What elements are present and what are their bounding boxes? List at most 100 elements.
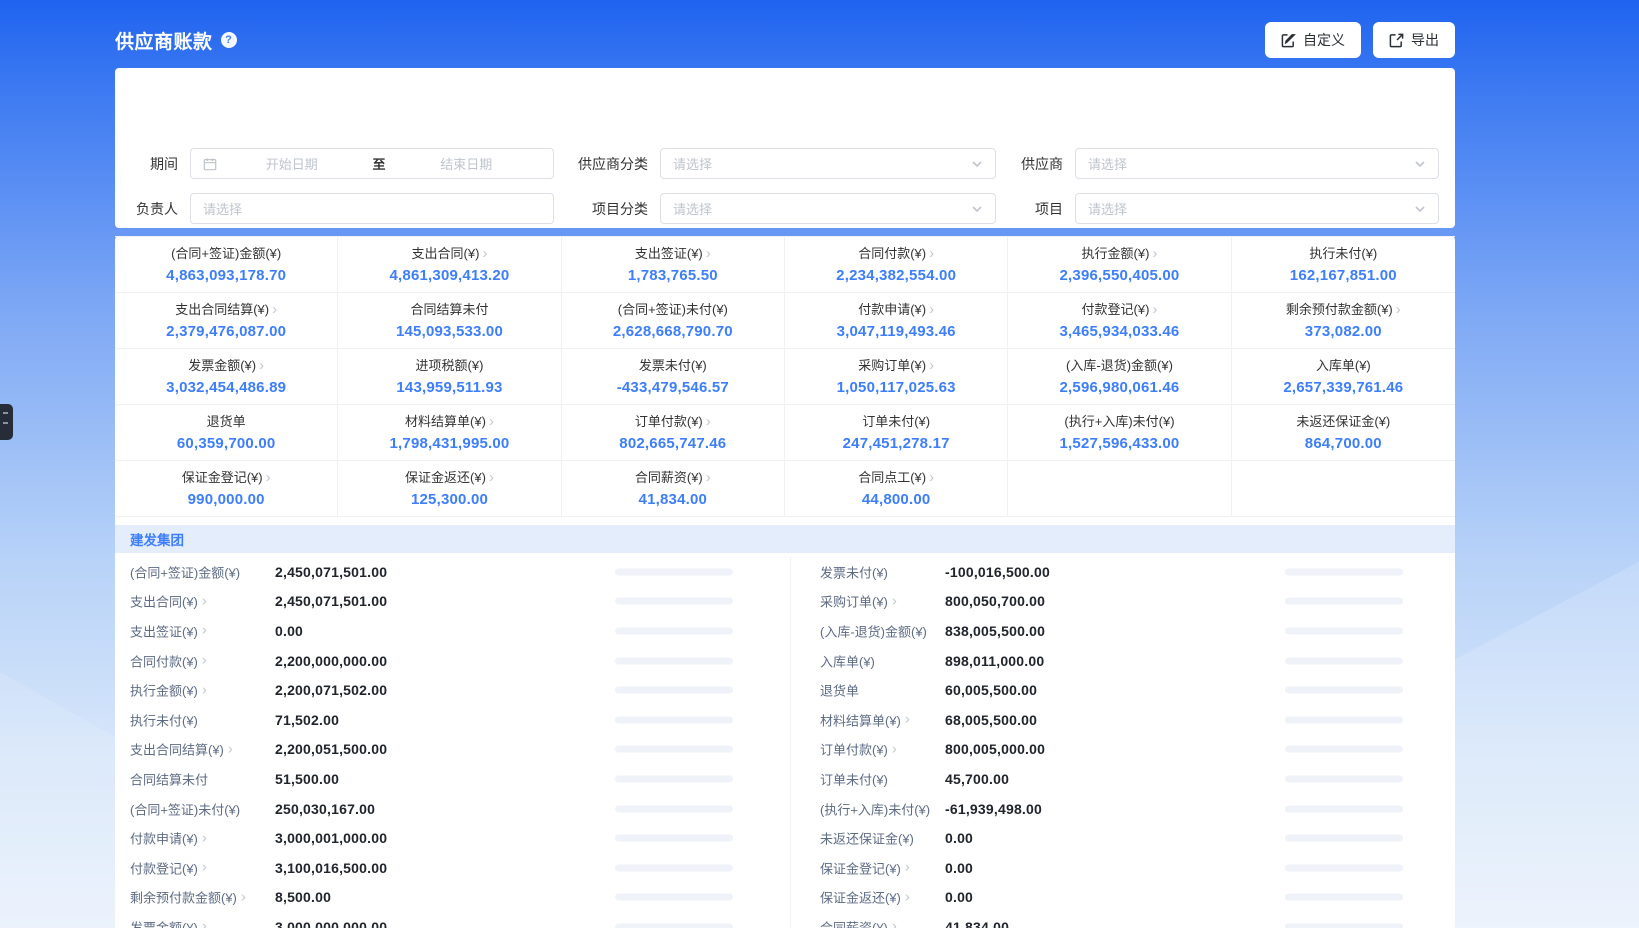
metric-value: 802,665,747.46 (562, 432, 784, 455)
metric-value: 2,596,980,061.46 (1008, 376, 1230, 399)
metric-value: 3,465,934,033.46 (1008, 320, 1230, 343)
project-category-select[interactable]: 请选择 (660, 193, 996, 224)
summary-cell[interactable]: 合同点工(¥)›44,800.00 (785, 461, 1008, 517)
summary-cell-empty (1008, 461, 1231, 517)
metric-value: 41,834.00 (945, 919, 1009, 928)
metric-label: (合同+签证)未付(¥) (130, 799, 240, 818)
summary-cell[interactable]: 合同薪资(¥)›41,834.00 (562, 461, 785, 517)
metric-link[interactable]: 合同薪资(¥)› (820, 917, 897, 928)
summary-cell[interactable]: 材料结算单(¥)›1,798,431,995.00 (338, 405, 561, 461)
chevron-right-icon: › (241, 890, 246, 904)
export-button[interactable]: 导出 (1373, 22, 1455, 58)
summary-cell[interactable]: 采购订单(¥)›1,050,117,025.63 (785, 349, 1008, 405)
metric-value: 3,032,454,486.89 (115, 376, 337, 399)
supplier-select[interactable]: 请选择 (1075, 148, 1439, 179)
chevron-down-icon (1414, 158, 1426, 170)
metric-link[interactable]: 材料结算单(¥)› (820, 710, 910, 729)
metric-label: 合同付款(¥) (858, 244, 926, 264)
summary-cell: 订单未付(¥)247,451,278.17 (785, 405, 1008, 461)
supplier-category-select[interactable]: 请选择 (660, 148, 996, 179)
metric-value: 2,450,071,501.00 (275, 593, 387, 609)
owner-select[interactable]: 请选择 (190, 193, 554, 224)
metric-value: 143,959,511.93 (338, 376, 560, 399)
progress-bar (615, 805, 733, 812)
summary-cell[interactable]: 发票金额(¥)›3,032,454,486.89 (115, 349, 338, 405)
metric-value: 41,834.00 (562, 488, 784, 511)
start-date-placeholder: 开始日期 (217, 154, 367, 173)
summary-cell: 未返还保证金(¥)864,700.00 (1232, 405, 1455, 461)
metric-label: 保证金返还(¥) (405, 468, 486, 488)
progress-bar (1285, 657, 1403, 664)
summary-cell[interactable]: 支出签证(¥)›1,783,765.50 (562, 237, 785, 293)
summary-cell[interactable]: 剩余预付款金额(¥)›373,082.00 (1232, 293, 1455, 349)
metric-row: 支出合同(¥)› 2,450,071,501.00 (115, 587, 785, 617)
metric-link[interactable]: 支出合同结算(¥)› (130, 740, 233, 759)
metric-link[interactable]: 执行金额(¥)› (130, 681, 207, 700)
metric-link[interactable]: 保证金登记(¥)› (820, 858, 910, 877)
chevron-down-icon (971, 203, 983, 215)
metric-value: 247,451,278.17 (785, 432, 1007, 455)
metric-link[interactable]: 合同付款(¥)› (130, 651, 207, 670)
company-name-link[interactable]: 建发集团 (115, 525, 1455, 553)
progress-bar (615, 657, 733, 664)
date-range-input[interactable]: 开始日期 至 结束日期 (190, 148, 554, 179)
metric-value: 2,396,550,405.00 (1008, 264, 1230, 287)
metric-label: (执行+入库)未付(¥) (820, 799, 930, 818)
summary-cell: (执行+入库)未付(¥)1,527,596,433.00 (1008, 405, 1231, 461)
chevron-right-icon: › (202, 654, 207, 668)
metric-label: 订单未付(¥) (820, 769, 888, 788)
metric-value: 71,502.00 (275, 712, 339, 728)
summary-cell[interactable]: 执行金额(¥)›2,396,550,405.00 (1008, 237, 1231, 293)
metric-value: -433,479,546.57 (562, 376, 784, 399)
filter-panel: 期间 开始日期 至 结束日期 供应商分类 请选择 供应商 请选择 (115, 68, 1455, 228)
project-select[interactable]: 请选择 (1075, 193, 1439, 224)
metric-link[interactable]: 剩余预付款金额(¥)› (130, 888, 246, 907)
summary-cell[interactable]: 支出合同(¥)›4,861,309,413.20 (338, 237, 561, 293)
metric-value: 60,005,500.00 (945, 682, 1037, 698)
metric-value: 51,500.00 (275, 771, 339, 787)
metric-link[interactable]: 保证金返还(¥)› (820, 888, 910, 907)
summary-cell: 执行未付(¥)162,167,851.00 (1232, 237, 1455, 293)
summary-cell: 发票未付(¥)-433,479,546.57 (562, 349, 785, 405)
metric-row: 发票未付(¥)-100,016,500.00 (785, 557, 1455, 587)
metric-link[interactable]: 付款申请(¥)› (130, 829, 207, 848)
summary-cell[interactable]: 合同付款(¥)›2,234,382,554.00 (785, 237, 1008, 293)
metric-row: 材料结算单(¥)›68,005,500.00 (785, 705, 1455, 735)
metric-link[interactable]: 发票金额(¥)› (130, 917, 207, 928)
metric-value: 3,000,000,000.00 (275, 919, 387, 928)
export-icon (1389, 33, 1404, 48)
metric-label: 付款登记(¥) (1082, 300, 1150, 320)
metrics-column-right: 发票未付(¥)-100,016,500.00采购订单(¥)›800,050,70… (785, 557, 1455, 928)
metric-label: 材料结算单(¥) (405, 412, 486, 432)
metric-link[interactable]: 支出签证(¥)› (130, 621, 207, 640)
summary-cell[interactable]: 保证金返还(¥)›125,300.00 (338, 461, 561, 517)
metric-label: (入库-退货)金额(¥) (1066, 356, 1173, 376)
side-drawer-handle[interactable] (0, 404, 13, 440)
chevron-right-icon: › (1152, 303, 1157, 317)
summary-cell[interactable]: 保证金登记(¥)›990,000.00 (115, 461, 338, 517)
metric-row: (合同+签证)金额(¥)2,450,071,501.00 (115, 557, 785, 587)
chevron-right-icon: › (929, 471, 934, 485)
metric-value: 2,234,382,554.00 (785, 264, 1007, 287)
summary-cell: 入库单(¥)2,657,339,761.46 (1232, 349, 1455, 405)
metric-label: 执行未付(¥) (1309, 244, 1377, 264)
customize-button[interactable]: 自定义 (1265, 22, 1361, 58)
metric-value: 1,050,117,025.63 (785, 376, 1007, 399)
metric-label: 进项税额(¥) (416, 356, 484, 376)
summary-cell[interactable]: 支出合同结算(¥)›2,379,476,087.00 (115, 293, 338, 349)
summary-cell[interactable]: 付款申请(¥)›3,047,119,493.46 (785, 293, 1008, 349)
progress-bar (615, 923, 733, 928)
progress-bar (1285, 746, 1403, 753)
metric-label: 保证金登记(¥) (182, 468, 263, 488)
metric-link[interactable]: 采购订单(¥)› (820, 592, 897, 611)
metric-value: 44,800.00 (785, 488, 1007, 511)
summary-cell[interactable]: 订单付款(¥)›802,665,747.46 (562, 405, 785, 461)
metric-label: 退货单 (207, 412, 246, 432)
metric-link[interactable]: 支出合同(¥)› (130, 592, 207, 611)
metric-link[interactable]: 订单付款(¥)› (820, 740, 897, 759)
chevron-down-icon (1414, 203, 1426, 215)
metric-link[interactable]: 付款登记(¥)› (130, 858, 207, 877)
help-icon[interactable]: ? (221, 32, 237, 48)
summary-cell[interactable]: 付款登记(¥)› 3,465,934,033.46 (1008, 293, 1231, 349)
chevron-right-icon: › (202, 831, 207, 845)
